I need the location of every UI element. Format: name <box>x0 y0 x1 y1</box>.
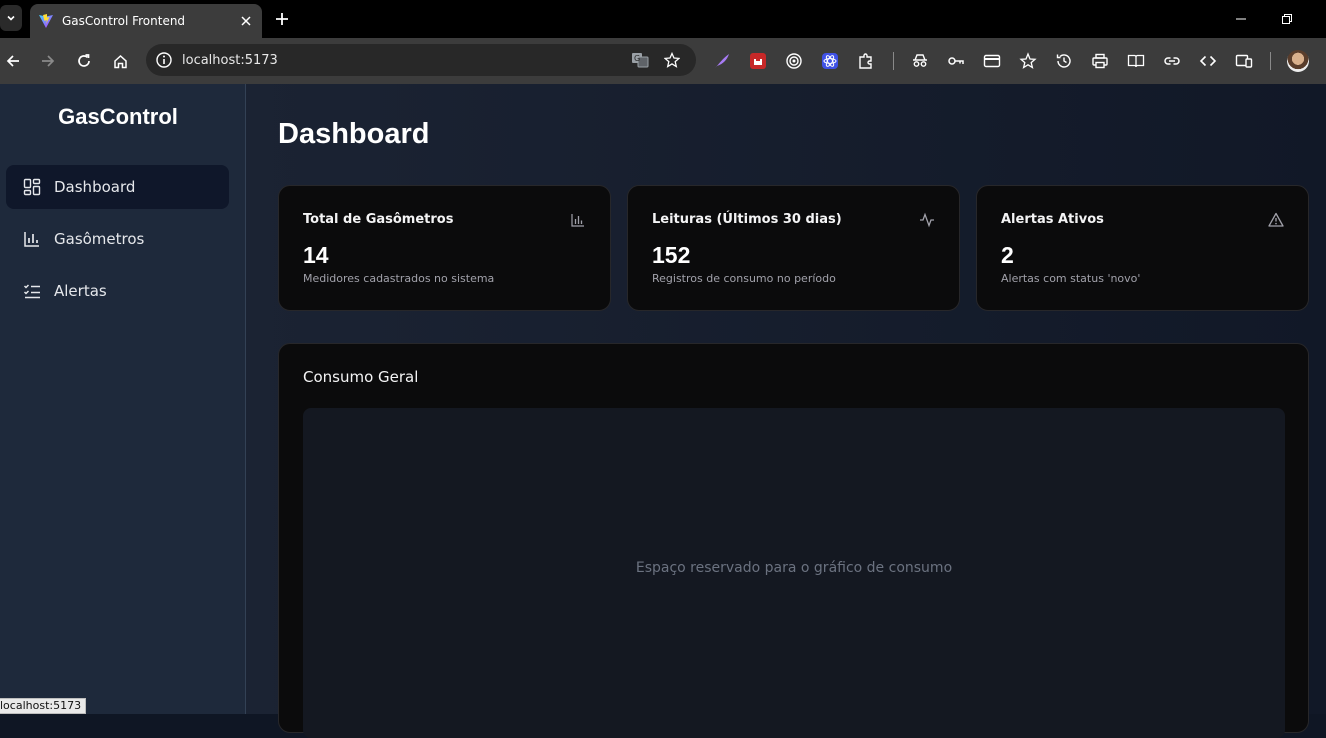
card-value: 14 <box>303 242 329 268</box>
reload-button[interactable] <box>73 50 95 72</box>
new-tab-button[interactable] <box>272 9 292 29</box>
code-icon[interactable] <box>1198 51 1218 71</box>
address-url: localhost:5173 <box>182 52 278 68</box>
translate-icon[interactable]: G <box>630 50 650 70</box>
card-subtitle: Alertas com status 'novo' <box>1001 272 1141 285</box>
forward-button[interactable] <box>37 50 59 72</box>
close-tab-icon[interactable] <box>238 13 254 29</box>
sidebar: GasControl Dashboard Gasômetros Alertas <box>0 84 246 714</box>
address-bar[interactable]: localhost:5173 G <box>146 44 696 76</box>
react-devtools-icon[interactable] <box>820 51 840 71</box>
page-title: Dashboard <box>278 118 430 150</box>
main-content: Dashboard Total de Gasômetros 14 Medidor… <box>246 84 1326 738</box>
feather-extension-icon[interactable] <box>712 51 732 71</box>
consumption-card: Consumo Geral Espaço reservado para o gr… <box>278 343 1309 738</box>
home-button[interactable] <box>109 50 131 72</box>
history-icon[interactable] <box>1054 51 1074 71</box>
minimize-window-button[interactable] <box>1230 8 1252 30</box>
castle-extension-icon[interactable] <box>748 51 768 71</box>
checklist-icon <box>22 281 42 301</box>
card-value: 152 <box>652 242 691 268</box>
toolbar-separator <box>893 52 894 70</box>
sidebar-item-gasometros[interactable]: Gasômetros <box>6 217 229 261</box>
home-icon <box>113 54 127 68</box>
arrow-right-icon <box>42 55 55 67</box>
tab-title: GasControl Frontend <box>62 14 186 28</box>
svg-text:G: G <box>634 54 640 63</box>
card-subtitle: Registros de consumo no período <box>652 272 836 285</box>
browser-tab[interactable]: GasControl Frontend <box>30 4 262 38</box>
stat-card-alertas: Alertas Ativos 2 Alertas com status 'nov… <box>976 185 1309 311</box>
reading-mode-icon[interactable] <box>1126 51 1146 71</box>
link-icon[interactable] <box>1162 51 1182 71</box>
restore-window-button[interactable] <box>1276 8 1298 30</box>
target-extension-icon[interactable] <box>784 51 804 71</box>
warning-triangle-icon <box>1268 212 1284 228</box>
bookmark-star-icon[interactable] <box>662 50 682 70</box>
card-value: 2 <box>1001 242 1014 268</box>
tab-search-button[interactable] <box>0 5 22 31</box>
profile-avatar[interactable] <box>1287 50 1309 72</box>
print-icon[interactable] <box>1090 51 1110 71</box>
vite-logo-icon <box>39 14 53 28</box>
restore-icon <box>1282 14 1292 24</box>
sidebar-item-label: Dashboard <box>54 178 136 196</box>
card-title: Alertas Ativos <box>1001 212 1104 227</box>
minimize-icon <box>1236 18 1246 20</box>
incognito-icon[interactable] <box>910 51 930 71</box>
stat-card-leituras: Leituras (Últimos 30 dias) 152 Registros… <box>627 185 960 311</box>
browser-toolbar: localhost:5173 G <box>0 38 1326 84</box>
card-title: Total de Gasômetros <box>303 212 454 227</box>
chevron-down-icon <box>7 15 15 21</box>
arrow-left-icon <box>6 55 19 67</box>
site-info-icon[interactable] <box>155 51 173 69</box>
device-cast-icon[interactable] <box>1234 51 1254 71</box>
chart-placeholder-area: Espaço reservado para o gráfico de consu… <box>303 408 1285 738</box>
extensions-puzzle-icon[interactable] <box>856 51 876 71</box>
favorites-star-icon[interactable] <box>1018 51 1038 71</box>
sidebar-item-dashboard[interactable]: Dashboard <box>6 165 229 209</box>
bar-chart-icon <box>22 229 42 249</box>
stat-card-gasometros: Total de Gasômetros 14 Medidores cadastr… <box>278 185 611 311</box>
sidebar-item-alertas[interactable]: Alertas <box>6 269 229 313</box>
reload-icon <box>78 54 90 67</box>
back-button[interactable] <box>2 50 24 72</box>
consumption-title: Consumo Geral <box>303 368 419 386</box>
bar-chart-icon <box>570 212 586 228</box>
app-root: GasControl Dashboard Gasômetros Alertas … <box>0 84 1326 738</box>
card-subtitle: Medidores cadastrados no sistema <box>303 272 495 285</box>
sidebar-item-label: Alertas <box>54 282 107 300</box>
brand-title: GasControl <box>58 104 178 129</box>
activity-icon <box>919 212 935 228</box>
password-key-icon[interactable] <box>946 51 966 71</box>
payment-card-icon[interactable] <box>982 51 1002 71</box>
browser-tab-strip: GasControl Frontend <box>0 0 1326 38</box>
chart-placeholder-text: Espaço reservado para o gráfico de consu… <box>635 560 953 576</box>
dashboard-grid-icon <box>22 177 42 197</box>
sidebar-item-label: Gasômetros <box>54 230 145 248</box>
plus-icon <box>276 13 288 25</box>
card-title: Leituras (Últimos 30 dias) <box>652 212 842 227</box>
status-bar-url: localhost:5173 <box>0 698 87 714</box>
toolbar-separator <box>1270 52 1271 70</box>
